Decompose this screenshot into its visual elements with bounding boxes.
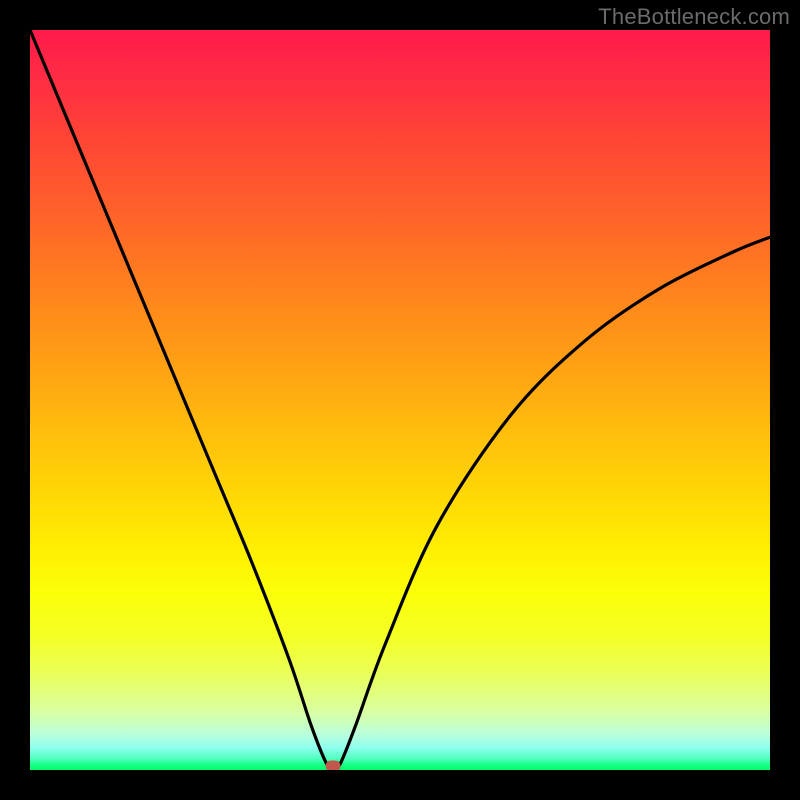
plot-area: [30, 30, 770, 770]
optimal-point-marker: [326, 761, 341, 770]
watermark-text: TheBottleneck.com: [598, 4, 790, 30]
chart-frame: TheBottleneck.com: [0, 0, 800, 800]
bottleneck-curve: [30, 30, 770, 770]
